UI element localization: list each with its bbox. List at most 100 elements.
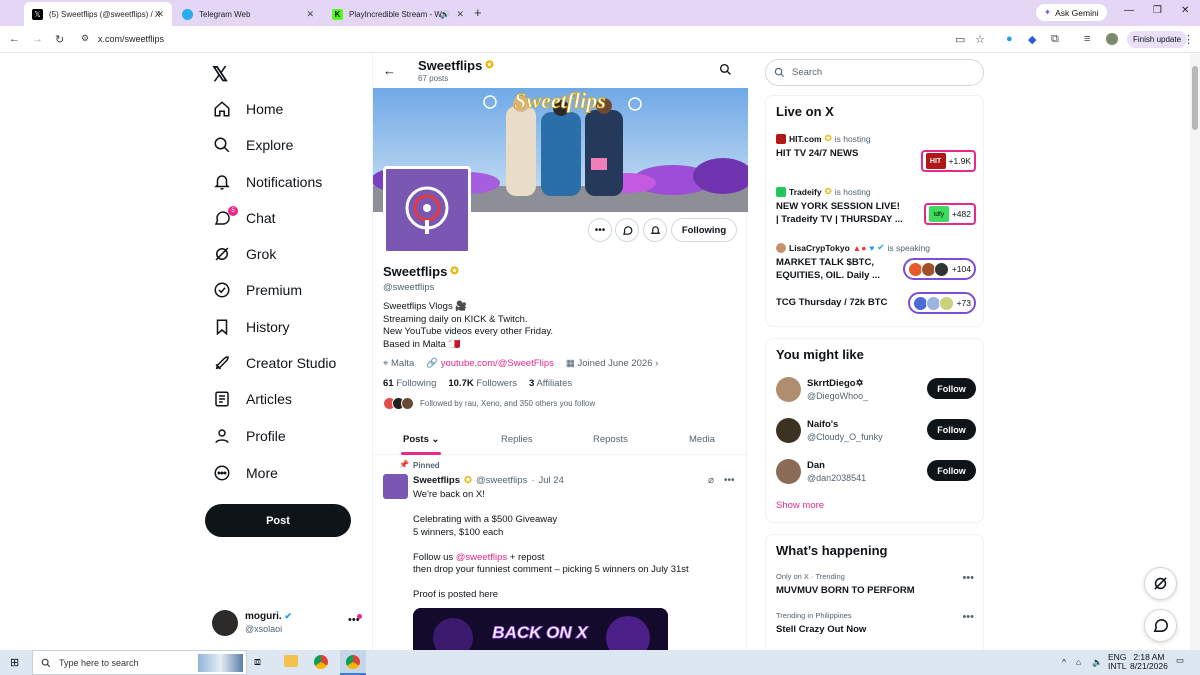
file-explorer-icon[interactable]: [284, 655, 298, 667]
join-date[interactable]: ▦ Joined June 2026 ›: [566, 358, 658, 369]
reading-list-icon[interactable]: ≡: [1084, 33, 1090, 45]
taskbar-search[interactable]: Type here to search: [32, 650, 247, 675]
finish-update-button[interactable]: Finish update: [1127, 31, 1188, 48]
live-item[interactable]: LisaCrypTokyo ▲● ♥ ✔ is speaking MARKET TALK…: [776, 242, 976, 282]
nav-grok[interactable]: Grok: [212, 240, 276, 268]
tab-telegram[interactable]: Telegram Web ✕: [174, 2, 322, 26]
mention-link[interactable]: @sweetflips: [456, 552, 507, 563]
tab-sweetflips[interactable]: 𝕏 (5) Sweetflips (@sweetflips) / X ✕: [24, 2, 172, 26]
post-image[interactable]: BACK ON X: [413, 608, 668, 650]
affiliates-stat[interactable]: 3 Affiliates: [529, 378, 572, 389]
windows-start-icon[interactable]: ⊞: [10, 656, 19, 669]
grok-icon[interactable]: ⌀: [708, 475, 714, 486]
post-button[interactable]: Post: [205, 504, 351, 537]
account-switcher[interactable]: moguri. ✔ @xsolaoi •••: [212, 608, 362, 640]
nav-chat[interactable]: 5 Chat: [212, 204, 276, 232]
profile-avatar[interactable]: [383, 166, 471, 254]
tab-media[interactable]: Media: [689, 434, 715, 445]
live-item[interactable]: TCG Thursday / 72k BTC +73: [776, 292, 976, 314]
following-button[interactable]: Following: [671, 218, 737, 242]
live-item[interactable]: HIT.com ✪ is hosting HIT TV 24/7 NEWS HIT +…: [776, 133, 976, 172]
close-tab-icon[interactable]: ✕: [306, 9, 314, 20]
more-icon[interactable]: •••: [962, 611, 974, 623]
live-listeners-pill[interactable]: HIT +1.9K: [920, 150, 976, 172]
back-icon[interactable]: ←: [9, 33, 20, 45]
more-icon[interactable]: •••: [724, 475, 735, 486]
live-listeners-pill[interactable]: tdfy +482: [923, 203, 976, 225]
volume-icon[interactable]: 🔈: [1092, 657, 1103, 668]
extensions-icon[interactable]: ⧉: [1051, 33, 1059, 46]
followers-stat[interactable]: 10.7K Followers: [448, 378, 517, 389]
ask-gemini-button[interactable]: ✦ Ask Gemini: [1036, 4, 1107, 21]
profile-link[interactable]: youtube.com/@SweetFlips: [441, 358, 554, 369]
message-button[interactable]: [615, 218, 639, 242]
back-arrow-icon[interactable]: ←: [383, 63, 396, 78]
page-scrollbar[interactable]: [1190, 54, 1200, 650]
more-actions-button[interactable]: •••: [588, 218, 612, 242]
nav-home[interactable]: Home: [212, 95, 283, 123]
live-item[interactable]: Tradeify ✪ is hosting NEW YORK SESSION LIV…: [776, 186, 976, 226]
search-icon[interactable]: [719, 63, 732, 76]
forward-icon[interactable]: →: [32, 33, 43, 45]
tab-playincredible[interactable]: K PlayIncredible Stream - Wa 🔊 ✕: [324, 2, 472, 26]
followed-by[interactable]: Followed by rau, Xeno, and 350 others yo…: [383, 397, 595, 410]
suggestion-item[interactable]: Dan @dan2038541 Follow: [776, 459, 976, 489]
nav-articles[interactable]: Articles: [212, 385, 292, 413]
trend-item[interactable]: Only on X · Trending MUVMUV BORN TO PERF…: [776, 572, 976, 596]
scrollbar-thumb[interactable]: [1192, 66, 1198, 130]
close-window-button[interactable]: ✕: [1181, 5, 1189, 16]
following-stat[interactable]: 61 Following: [383, 378, 436, 389]
minimize-button[interactable]: —: [1124, 5, 1134, 16]
reload-icon[interactable]: ↻: [55, 33, 64, 46]
post-author-name[interactable]: Sweetflips: [413, 475, 460, 486]
audio-icon[interactable]: 🔊: [440, 10, 450, 19]
pinned-post[interactable]: 📌 Pinned Sweetflips ✪ @sweetflips · Jul …: [373, 456, 748, 650]
nav-creator-studio[interactable]: Creator Studio: [212, 349, 336, 377]
tab-replies[interactable]: Replies: [501, 434, 533, 445]
tab-posts[interactable]: Posts ⌄: [403, 434, 439, 445]
tab-reposts[interactable]: Reposts: [593, 434, 628, 445]
follow-button[interactable]: Follow: [927, 419, 976, 440]
clock[interactable]: 2:18 AM 8/21/2026: [1130, 653, 1168, 671]
more-icon[interactable]: •••: [962, 572, 974, 584]
chrome-icon[interactable]: [314, 655, 328, 669]
tray-chevron-icon[interactable]: ^: [1062, 657, 1066, 667]
extension-1-icon[interactable]: ●: [1006, 33, 1013, 45]
follow-button[interactable]: Follow: [927, 378, 976, 399]
suggestion-item[interactable]: Naifo's @Cloudy_O_funky Follow: [776, 418, 976, 448]
subscribe-button[interactable]: [643, 218, 667, 242]
show-more-link[interactable]: Show more: [776, 500, 824, 511]
task-view-icon[interactable]: ⧈: [254, 656, 261, 669]
notification-center-icon[interactable]: ▭: [1176, 655, 1184, 666]
close-tab-icon[interactable]: ✕: [156, 9, 164, 20]
live-listeners-pill[interactable]: +73: [907, 292, 976, 314]
trend-item[interactable]: Trending in Philippines Stell Crazy Out …: [776, 611, 976, 635]
follow-button[interactable]: Follow: [927, 460, 976, 481]
browser-menu-icon[interactable]: ⋮: [1183, 33, 1194, 46]
suggestion-item[interactable]: SkrrtDiego✡ @DiegoWhoo_ Follow: [776, 377, 976, 407]
messages-fab[interactable]: [1144, 609, 1177, 642]
maximize-button[interactable]: ❐: [1153, 5, 1162, 16]
grok-fab[interactable]: [1144, 567, 1177, 600]
nav-explore[interactable]: Explore: [212, 131, 293, 159]
bookmark-star-icon[interactable]: ☆: [975, 33, 985, 46]
post-date[interactable]: Jul 24: [539, 475, 564, 486]
chrome-active-icon[interactable]: [340, 650, 366, 675]
extension-2-icon[interactable]: ◆: [1028, 33, 1036, 46]
x-logo-icon[interactable]: 𝕏: [212, 62, 228, 87]
install-icon[interactable]: ▭: [955, 33, 965, 46]
site-info-icon[interactable]: ⚙: [81, 33, 89, 44]
browser-profile-avatar[interactable]: [1106, 33, 1118, 45]
nav-history[interactable]: History: [212, 313, 290, 341]
live-listeners-pill[interactable]: +104: [902, 258, 976, 280]
network-icon[interactable]: ⌂: [1076, 657, 1081, 667]
close-tab-icon[interactable]: ✕: [456, 9, 464, 20]
nav-notifications[interactable]: Notifications: [212, 168, 322, 196]
nav-more[interactable]: More: [212, 459, 278, 487]
nav-profile[interactable]: Profile: [212, 422, 286, 450]
language-indicator[interactable]: ENG INTL: [1108, 653, 1126, 671]
avatar[interactable]: [383, 474, 408, 499]
nav-premium[interactable]: Premium: [212, 276, 302, 304]
new-tab-button[interactable]: +: [474, 5, 482, 20]
search-input[interactable]: Search: [765, 59, 984, 86]
